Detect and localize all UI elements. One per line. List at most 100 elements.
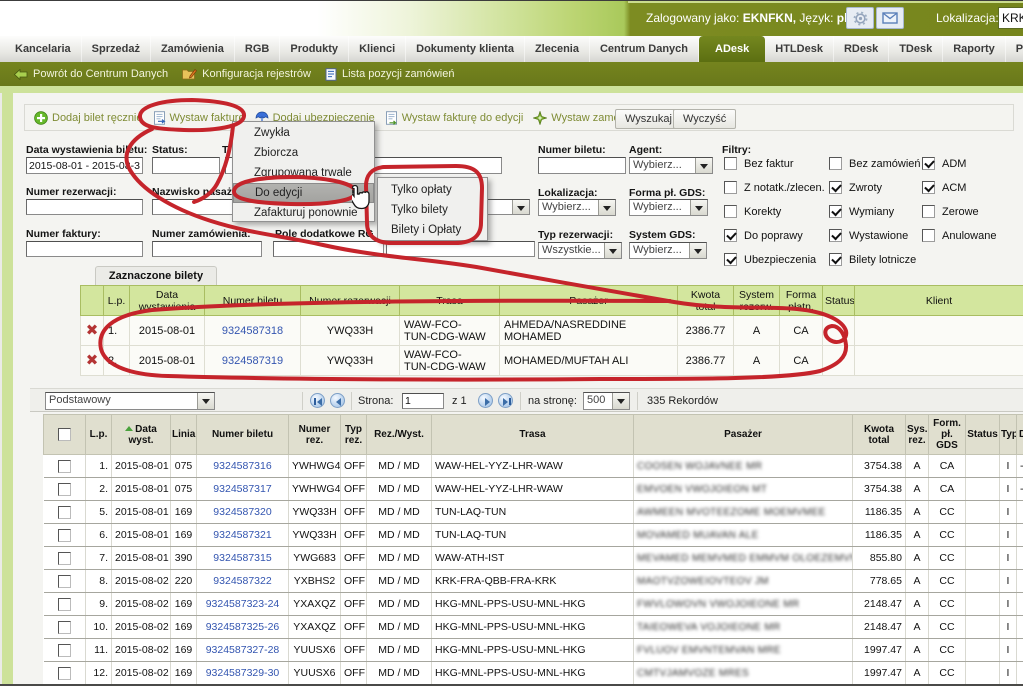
per-page-select[interactable]: 500	[583, 392, 630, 410]
delete-row-icon[interactable]: ✖	[86, 352, 99, 369]
row-checkbox[interactable]	[58, 460, 71, 473]
register-configuration[interactable]: Konfiguracja rejestrów	[182, 68, 311, 80]
col-status[interactable]: Status	[966, 415, 1000, 455]
ticket-number-link[interactable]: 9324587327-28	[206, 644, 280, 656]
col-form[interactable]: Form. pł. GDS	[929, 415, 966, 455]
ticket-number-link[interactable]: 9324587321	[213, 529, 271, 541]
menu-tab[interactable]: Pa	[1006, 36, 1023, 62]
filter-checkbox[interactable]	[829, 181, 842, 194]
filter-checkbox[interactable]	[724, 229, 737, 242]
menu-tab[interactable]: Kancelaria	[5, 36, 82, 62]
selected-tickets-tab[interactable]: Zaznaczone bilety	[95, 266, 217, 285]
row-checkbox[interactable]	[58, 552, 71, 565]
gds-payment-form-select[interactable]: Wybierz...	[629, 199, 708, 216]
filter-checkbox[interactable]	[922, 229, 935, 242]
col-sys[interactable]: Sys. rez.	[906, 415, 929, 455]
delete-row-icon[interactable]: ✖	[86, 322, 99, 339]
col-lp[interactable]: L.p.	[104, 286, 130, 316]
row-checkbox[interactable]	[58, 598, 71, 611]
menu-tab[interactable]: Raporty	[943, 36, 1006, 62]
first-page-button[interactable]	[310, 393, 325, 408]
filter-checkbox[interactable]	[724, 157, 737, 170]
context-menu-item[interactable]: Zwykła	[233, 123, 374, 143]
row-checkbox[interactable]	[58, 506, 71, 519]
ticket-number-link[interactable]: 9324587320	[213, 506, 271, 518]
menu-tab[interactable]: Zamówienia	[151, 36, 235, 62]
col-amount[interactable]: Kwota total	[678, 286, 734, 316]
col-ticket[interactable]: Numer biletu	[197, 415, 289, 455]
col-passenger[interactable]: Pasażer	[500, 286, 678, 316]
prev-page-button[interactable]	[330, 393, 345, 408]
clear-button[interactable]: Wyczyść	[673, 109, 736, 129]
filter-checkbox[interactable]	[922, 181, 935, 194]
filter-checkbox[interactable]	[724, 181, 737, 194]
localization-select[interactable]: Wybierz...	[538, 199, 616, 216]
col-route[interactable]: Trasa	[432, 415, 634, 455]
mail-button[interactable]	[876, 7, 904, 29]
view-selector[interactable]: Podstawowy	[45, 392, 215, 410]
ticket-number-link[interactable]: 9324587315	[213, 552, 271, 564]
menu-tab[interactable]: Klienci	[349, 36, 406, 62]
col-payment[interactable]: Forma płatn.	[780, 286, 823, 316]
col-res[interactable]: Numer rez.	[289, 415, 341, 455]
agent-select[interactable]: Wybierz...	[629, 157, 713, 174]
context-menu-item[interactable]: Zbiorcza	[233, 143, 374, 163]
filter-checkbox[interactable]	[829, 157, 842, 170]
filter-checkbox[interactable]	[829, 205, 842, 218]
col-passenger[interactable]: Pasażer	[634, 415, 853, 455]
filter-checkbox[interactable]	[829, 229, 842, 242]
menu-tab[interactable]: Dokumenty klienta	[406, 36, 525, 62]
ticket-number-link[interactable]: 9324587318	[222, 325, 283, 337]
context-submenu-item[interactable]: Tylko opłaty	[378, 180, 487, 200]
ticket-number-link[interactable]: 9324587323-24	[206, 598, 280, 610]
additional-field-input-2[interactable]	[386, 241, 535, 257]
menu-tab[interactable]: Produkty	[280, 36, 349, 62]
menu-tab[interactable]: Zlecenia	[525, 36, 590, 62]
col-amount[interactable]: Kwota total	[853, 415, 906, 455]
invoice-number-input[interactable]	[26, 241, 143, 257]
filter-checkbox[interactable]	[922, 205, 935, 218]
col-status[interactable]: Status	[823, 286, 855, 316]
col-ticket[interactable]: Numer biletu	[205, 286, 301, 316]
col-date[interactable]: Data wystawienia	[130, 286, 205, 316]
menu-tab[interactable]: Sprzedaż	[82, 36, 151, 62]
filter-checkbox[interactable]	[829, 253, 842, 266]
filter-checkbox[interactable]	[724, 253, 737, 266]
menu-tab[interactable]: Centrum Danych	[590, 36, 699, 62]
col-rez-wyst[interactable]: Rez./Wyst.	[367, 415, 432, 455]
row-checkbox[interactable]	[58, 529, 71, 542]
ticket-number-link[interactable]: 9324587325-26	[206, 621, 280, 633]
reservation-number-input[interactable]	[26, 199, 143, 215]
ticket-number-link[interactable]: 9324587316	[213, 460, 271, 472]
col-route[interactable]: Trasa	[400, 286, 500, 316]
select-all-checkbox[interactable]	[58, 428, 71, 441]
next-page-button[interactable]	[478, 393, 493, 408]
col-date[interactable]: Data wyst.	[112, 415, 171, 455]
ticket-number-link[interactable]: 9324587329-30	[206, 667, 280, 679]
context-submenu-item[interactable]: Tylko bilety	[378, 200, 487, 220]
status-input[interactable]	[152, 157, 220, 174]
col-line[interactable]: Linia	[171, 415, 197, 455]
row-checkbox[interactable]	[58, 483, 71, 496]
menu-tab[interactable]: ADesk	[699, 36, 765, 62]
menu-tab[interactable]: RGB	[235, 36, 280, 62]
row-checkbox[interactable]	[58, 575, 71, 588]
row-checkbox[interactable]	[58, 621, 71, 634]
col-reservation[interactable]: Numer rezerwacji	[301, 286, 400, 316]
order-number-input[interactable]	[152, 241, 262, 257]
col-system[interactable]: System rezerw.	[734, 286, 780, 316]
location-input[interactable]	[998, 7, 1023, 29]
filter-checkbox[interactable]	[724, 205, 737, 218]
settings-button[interactable]	[846, 7, 874, 29]
gds-system-select[interactable]: Wybierz...	[629, 242, 707, 259]
col-typ-rez[interactable]: Typ rez.	[341, 415, 367, 455]
issue-invoice-button[interactable]: Wystaw fakturę	[153, 111, 245, 125]
menu-tab[interactable]: RDesk	[834, 36, 889, 62]
ticket-number-link[interactable]: 9324587319	[222, 355, 283, 367]
ticket-number-link[interactable]: 9324587317	[213, 483, 271, 495]
date-issued-input[interactable]	[26, 157, 143, 174]
add-ticket-manually-button[interactable]: Dodaj bilet ręcznie	[34, 111, 143, 125]
context-submenu-item[interactable]: Bilety i Opłaty	[378, 220, 487, 240]
row-checkbox[interactable]	[58, 644, 71, 657]
col-d[interactable]: D	[1017, 415, 1023, 455]
